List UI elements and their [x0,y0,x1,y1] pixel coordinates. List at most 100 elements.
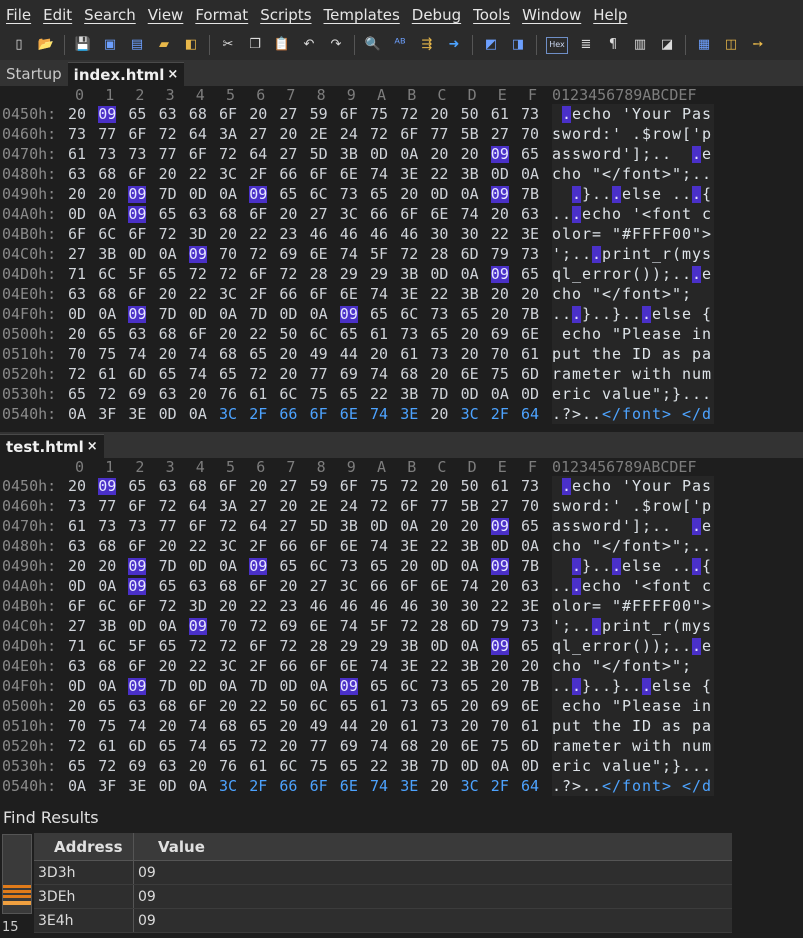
ascii-char[interactable]: t [592,738,601,755]
hex-byte[interactable]: 70 [68,718,86,735]
hex-byte[interactable]: 20 [68,186,86,203]
hex-byte[interactable]: 0A [461,266,479,283]
hex-byte[interactable]: 20 [430,478,448,495]
ascii-char[interactable]: . [602,678,611,695]
hex-byte[interactable]: 75 [491,366,509,383]
hex-byte[interactable]: 61 [521,346,539,363]
ascii-char[interactable]: . [652,518,661,535]
hex-byte[interactable]: 77 [159,146,177,163]
ascii-char[interactable]: a [562,366,571,383]
ascii-char[interactable] [672,106,681,123]
hex-byte[interactable]: 74 [370,538,388,555]
hex-byte[interactable]: 27 [279,106,297,123]
hex-byte[interactable]: 27 [249,498,267,515]
ascii-char[interactable]: ; [562,246,571,263]
ascii-char[interactable] [672,738,681,755]
ascii-char[interactable] [672,146,681,163]
ascii-char[interactable]: c [592,578,601,595]
ascii-char[interactable]: } [582,306,591,323]
hex-byte[interactable]: 20 [279,126,297,143]
ascii-char[interactable]: . [562,478,572,495]
hex-byte[interactable]: 0D [521,758,539,775]
hex-byte[interactable]: 64 [189,126,207,143]
hex-byte[interactable]: 6E [310,246,328,263]
ascii-char[interactable]: w [582,518,591,535]
ascii-char[interactable]: > [662,778,671,795]
ascii-char[interactable]: ; [562,618,571,635]
hex-byte[interactable]: 44 [340,718,358,735]
ascii-char[interactable]: r [602,518,611,535]
hex-byte[interactable]: 65 [461,306,479,323]
ascii-char[interactable]: . [552,206,561,223]
ascii-char[interactable]: t [652,366,661,383]
ascii-char[interactable]: m [682,246,691,263]
ascii-char[interactable] [562,186,571,203]
ascii-char[interactable]: > [572,406,581,423]
ascii-char[interactable] [682,346,691,363]
hex-byte[interactable]: 65 [249,718,267,735]
ascii-char[interactable]: . [562,106,572,123]
ascii-char[interactable]: h [562,166,571,183]
ascii-char[interactable]: h [582,326,591,343]
hex-byte[interactable]: 46 [340,598,358,615]
hex-byte[interactable]: 73 [68,126,86,143]
ascii-char[interactable]: t [652,286,661,303]
ascii-char[interactable]: a [552,146,561,163]
ascii-char[interactable]: e [652,558,661,575]
hex-row[interactable]: 04A0h: 0D 0A 09 65 63 68 6F 20 27 3C 66 6F 6E 74 20 63..… [0,204,803,224]
goto-icon[interactable]: ➜ [445,36,463,54]
hex-byte[interactable]: 5F [128,266,146,283]
ascii-char[interactable]: . [692,538,701,555]
ascii-char[interactable]: s [552,498,561,515]
ascii-char[interactable]: c [592,206,601,223]
ascii-char[interactable]: ( [672,618,681,635]
hex-byte[interactable]: 0A [98,206,116,223]
ascii-char[interactable]: l [562,598,571,615]
ascii-char[interactable]: t [592,718,601,735]
hex-byte[interactable]: 61 [400,718,418,735]
ascii-char[interactable]: c [552,286,561,303]
ascii-char[interactable]: t [652,658,661,675]
ascii-char[interactable]: < [602,538,611,555]
open-project-icon[interactable]: ◧ [182,36,200,54]
ascii-char[interactable]: ' [632,578,641,595]
ascii-char[interactable]: n [642,166,651,183]
hex-byte[interactable]: 22 [430,286,448,303]
hex-byte[interactable]: 2F [249,166,267,183]
hex-byte[interactable]: 72 [68,366,86,383]
ascii-char[interactable]: 0 [672,598,681,615]
hex-byte[interactable]: 22 [370,386,388,403]
hex-row[interactable]: 04A0h: 0D 0A 09 65 63 68 6F 20 27 3C 66 6F 6E 74 20 63..… [0,576,803,596]
ascii-char[interactable]: o [632,286,641,303]
hex-byte[interactable]: 74 [370,366,388,383]
hex-byte[interactable]: 63 [68,538,86,555]
ascii-char[interactable]: h [582,698,591,715]
hex-byte[interactable]: 73 [98,146,116,163]
hex-byte[interactable]: 3E [400,538,418,555]
hex-row[interactable]: 04D0h: 71 6C 5F 65 72 72 6F 72 28 29 29 3B 0D 0A 09 65 q l… [0,636,803,656]
hex-byte[interactable]: 0A [68,406,86,423]
ascii-char[interactable]: 0 [682,226,691,243]
hex-byte[interactable]: 0A [98,678,116,695]
ascii-char[interactable]: . [572,306,582,323]
ascii-char[interactable]: { [702,558,711,575]
hex-byte[interactable]: 6F [68,598,86,615]
ascii-char[interactable]: . [552,578,561,595]
hex-byte[interactable]: 09 [490,186,509,203]
ascii-char[interactable]: e [582,638,591,655]
hex-byte[interactable]: 09 [490,558,509,575]
ascii-char[interactable]: . [572,246,581,263]
hex-byte[interactable]: 72 [249,618,267,635]
hex-byte[interactable]: 65 [98,326,116,343]
ascii-char[interactable]: t [592,346,601,363]
find-result-row[interactable]: 3D3h 09 [34,861,732,885]
hex-byte[interactable]: 09 [249,186,268,203]
hex-byte[interactable]: 0A [521,538,539,555]
ascii-char[interactable]: ? [562,778,571,795]
ascii-char[interactable]: " [672,166,681,183]
hex-byte[interactable]: 20 [279,498,297,515]
ascii-char[interactable]: a [662,718,671,735]
ascii-char[interactable]: Y [632,478,641,495]
hex-byte[interactable]: 0A [400,146,418,163]
ascii-char[interactable]: n [642,538,651,555]
